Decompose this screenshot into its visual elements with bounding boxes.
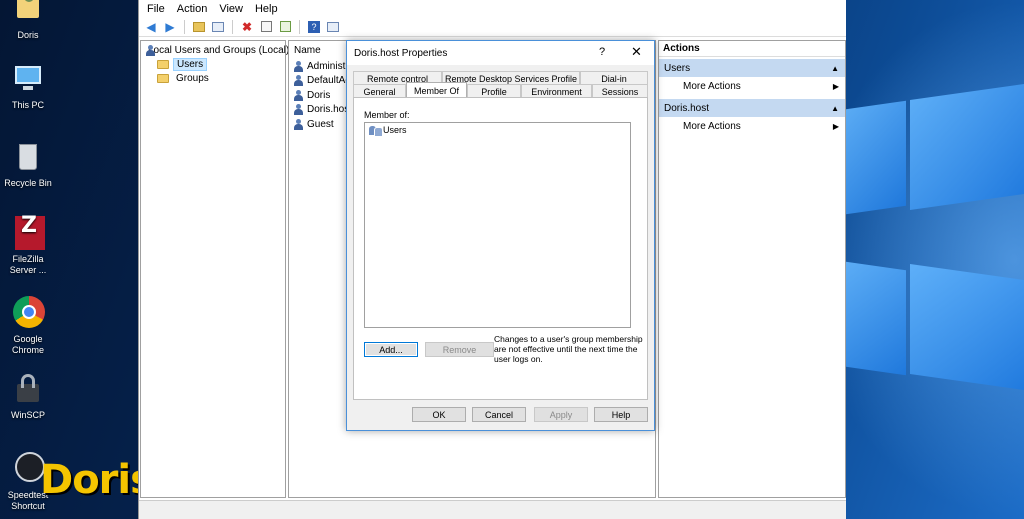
actions-section-label: Users xyxy=(664,62,691,74)
desktop-icon-chrome[interactable]: Google Chrome xyxy=(0,296,56,356)
user-icon xyxy=(293,104,304,116)
group-icon xyxy=(369,125,383,137)
user-icon xyxy=(293,118,304,130)
help-button[interactable]: Help xyxy=(594,407,648,422)
tab-profile[interactable]: Profile xyxy=(467,84,521,98)
more-actions-label: More Actions xyxy=(683,120,741,132)
desktop-icon-label: This PC xyxy=(11,100,44,110)
action-pane-icon[interactable] xyxy=(325,19,341,35)
submenu-arrow-icon: ▶ xyxy=(832,121,839,131)
folder-icon xyxy=(157,59,169,69)
delete-icon[interactable]: ✖ xyxy=(239,19,255,35)
tab-environment[interactable]: Environment xyxy=(521,84,592,98)
brand-logo-text: Doris xyxy=(40,457,154,503)
help-icon[interactable]: ? xyxy=(306,19,322,35)
desktop-icon-label: Google Chrome xyxy=(11,334,44,355)
more-actions-doris-host[interactable]: More Actions ▶ xyxy=(659,117,845,135)
tab-general[interactable]: General xyxy=(353,84,406,98)
desktop-icon-label: Recycle Bin xyxy=(4,178,52,188)
user-folder-icon xyxy=(11,0,45,26)
actions-section-doris-host[interactable]: Doris.host ▲ xyxy=(659,99,845,117)
submenu-arrow-icon: ▶ xyxy=(832,81,839,91)
tab-row-bottom: General Member Of Profile Environment Se… xyxy=(353,82,648,98)
actions-pane: Actions Users ▲ More Actions ▶ Doris.hos… xyxy=(658,40,846,498)
forward-arrow-icon[interactable]: ▶ xyxy=(162,19,178,35)
desktop-icon-label: FileZilla Server ... xyxy=(9,254,47,275)
menu-help[interactable]: Help xyxy=(255,3,278,15)
folder-icon xyxy=(157,73,169,83)
actions-section-label: Doris.host xyxy=(664,102,710,114)
properties-icon[interactable] xyxy=(258,19,274,35)
user-icon xyxy=(293,89,304,101)
desktop-icon-winscp[interactable]: WinSCP xyxy=(0,372,56,421)
desktop-icon-recycle-bin[interactable]: Recycle Bin xyxy=(0,140,56,189)
properties-dialog: Doris.host Properties ? ✕ Remote control… xyxy=(346,40,655,431)
desktop-icon-label: WinSCP xyxy=(10,410,45,420)
tree-root-label: Local Users and Groups (Local) xyxy=(148,44,290,56)
back-arrow-icon[interactable]: ◀ xyxy=(143,19,159,35)
user-icon xyxy=(293,60,304,72)
apply-button[interactable]: Apply xyxy=(534,407,588,422)
desktop-icon-label: Doris xyxy=(17,30,39,40)
menu-file[interactable]: File xyxy=(147,3,165,15)
menu-bar: File Action View Help xyxy=(139,0,846,17)
tree-item-groups[interactable]: Groups xyxy=(141,71,285,85)
list-item[interactable]: Users xyxy=(365,123,630,137)
actions-section-users[interactable]: Users ▲ xyxy=(659,59,845,77)
cancel-button[interactable]: Cancel xyxy=(472,407,526,422)
member-of-label: Member of: xyxy=(364,110,410,120)
membership-note: Changes to a user's group membership are… xyxy=(494,334,643,364)
recycle-bin-icon xyxy=(11,140,45,174)
windows-logo-wallpaper xyxy=(846,0,1024,519)
tree-root[interactable]: Local Users and Groups (Local) xyxy=(141,43,289,57)
up-folder-icon[interactable] xyxy=(191,19,207,35)
tab-member-of[interactable]: Member Of xyxy=(406,82,467,98)
help-question-icon[interactable]: ? xyxy=(599,46,605,58)
desktop-icon-this-pc[interactable]: This PC xyxy=(0,62,56,111)
remove-button[interactable]: Remove xyxy=(425,342,494,357)
show-hide-tree-icon[interactable] xyxy=(210,19,226,35)
actions-title: Actions xyxy=(659,41,845,57)
member-of-tab-page: Member of: Users Add... Remove Changes t… xyxy=(353,97,648,400)
tree-item-users[interactable]: Users xyxy=(141,57,285,71)
status-bar xyxy=(139,500,846,519)
user-icon xyxy=(293,75,304,87)
list-item-label: Guest xyxy=(307,118,334,130)
desktop-icon-filezilla[interactable]: Z FileZilla Server ... xyxy=(0,215,56,276)
dialog-title-bar[interactable]: Doris.host Properties ? ✕ xyxy=(347,41,654,65)
tab-row-top: Remote control Remote Desktop Services P… xyxy=(353,71,648,85)
ok-button[interactable]: OK xyxy=(412,407,466,422)
collapse-up-icon[interactable]: ▲ xyxy=(831,104,839,113)
tree-item-label: Users xyxy=(173,57,208,71)
more-actions-users[interactable]: More Actions ▶ xyxy=(659,77,845,95)
toolbar: ◀ ▶ ✖ ? xyxy=(139,17,846,37)
export-icon[interactable] xyxy=(277,19,293,35)
member-label: Users xyxy=(383,125,407,135)
menu-view[interactable]: View xyxy=(219,3,243,15)
menu-action[interactable]: Action xyxy=(177,3,208,15)
desktop-icon-doris[interactable]: Doris xyxy=(0,0,56,41)
tab-sessions[interactable]: Sessions xyxy=(592,84,648,98)
winscp-icon xyxy=(11,372,45,406)
more-actions-label: More Actions xyxy=(683,80,741,92)
add-button[interactable]: Add... xyxy=(364,342,418,357)
computer-icon xyxy=(11,62,45,96)
tab-dial-in[interactable]: Dial-in xyxy=(580,71,648,85)
member-of-list[interactable]: Users xyxy=(364,122,631,328)
tree-item-label: Groups xyxy=(176,72,209,84)
filezilla-icon: Z xyxy=(11,215,45,250)
list-item-label: Doris xyxy=(307,89,331,101)
console-tree: Local Users and Groups (Local) Users Gro… xyxy=(140,40,289,498)
close-icon[interactable]: ✕ xyxy=(631,44,642,60)
collapse-up-icon[interactable]: ▲ xyxy=(831,64,839,73)
chrome-icon xyxy=(11,296,45,330)
dialog-title: Doris.host Properties xyxy=(354,47,448,59)
